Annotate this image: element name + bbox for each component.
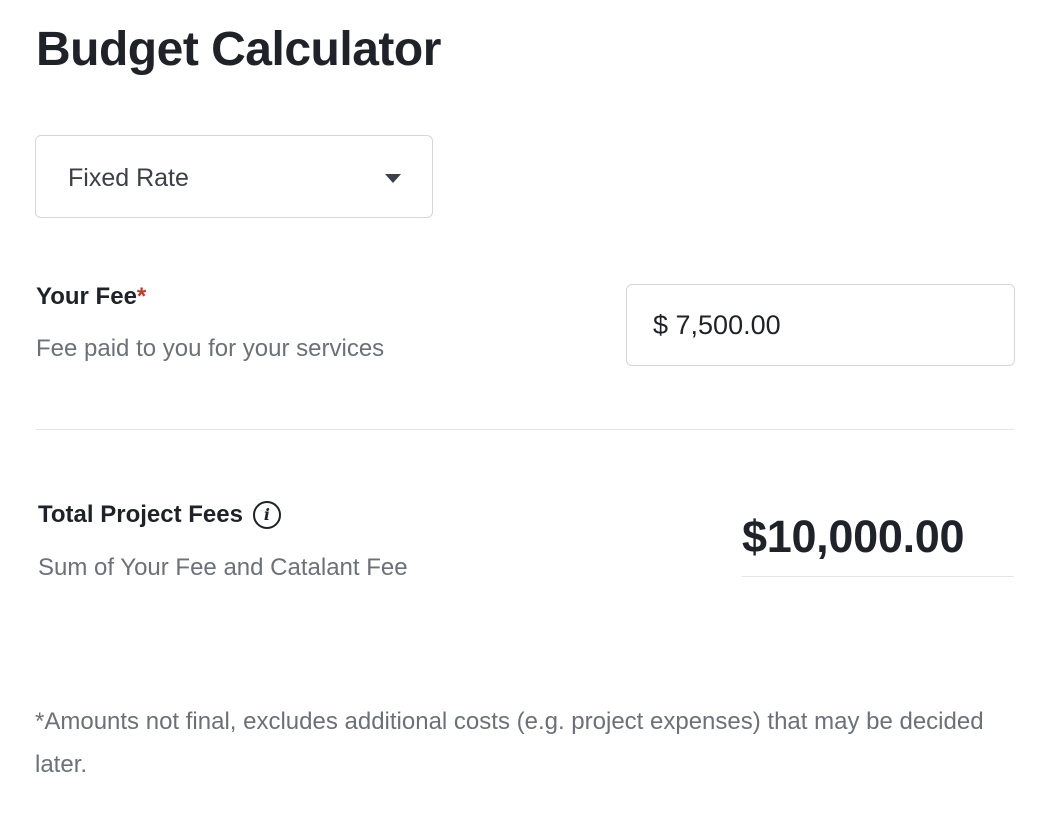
your-fee-label: Your Fee* (36, 282, 146, 312)
your-fee-input-value: $ 7,500.00 (653, 310, 781, 340)
rate-type-selected-value: Fixed Rate (68, 164, 189, 192)
page-title: Budget Calculator (36, 23, 441, 76)
total-project-fees-label-text: Total Project Fees (38, 501, 243, 528)
info-icon[interactable]: i (252, 501, 281, 529)
total-project-fees-description: Sum of Your Fee and Catalant Fee (38, 554, 408, 581)
rate-type-select[interactable]: Fixed Rate (35, 135, 433, 218)
your-fee-input[interactable]: $ 7,500.00 (626, 284, 1015, 366)
your-fee-label-text: Your Fee (36, 283, 137, 310)
caret-down-icon (385, 174, 401, 183)
total-project-fees-value: $10,000.00 (742, 511, 965, 562)
disclaimer-note: *Amounts not final, excludes additional … (35, 708, 984, 778)
section-divider (36, 429, 1014, 430)
your-fee-description: Fee paid to you for your services (36, 335, 385, 362)
total-value-underline (742, 576, 1014, 577)
required-asterisk: * (136, 283, 147, 310)
total-project-fees-label: Total Project Fees i (38, 500, 281, 530)
